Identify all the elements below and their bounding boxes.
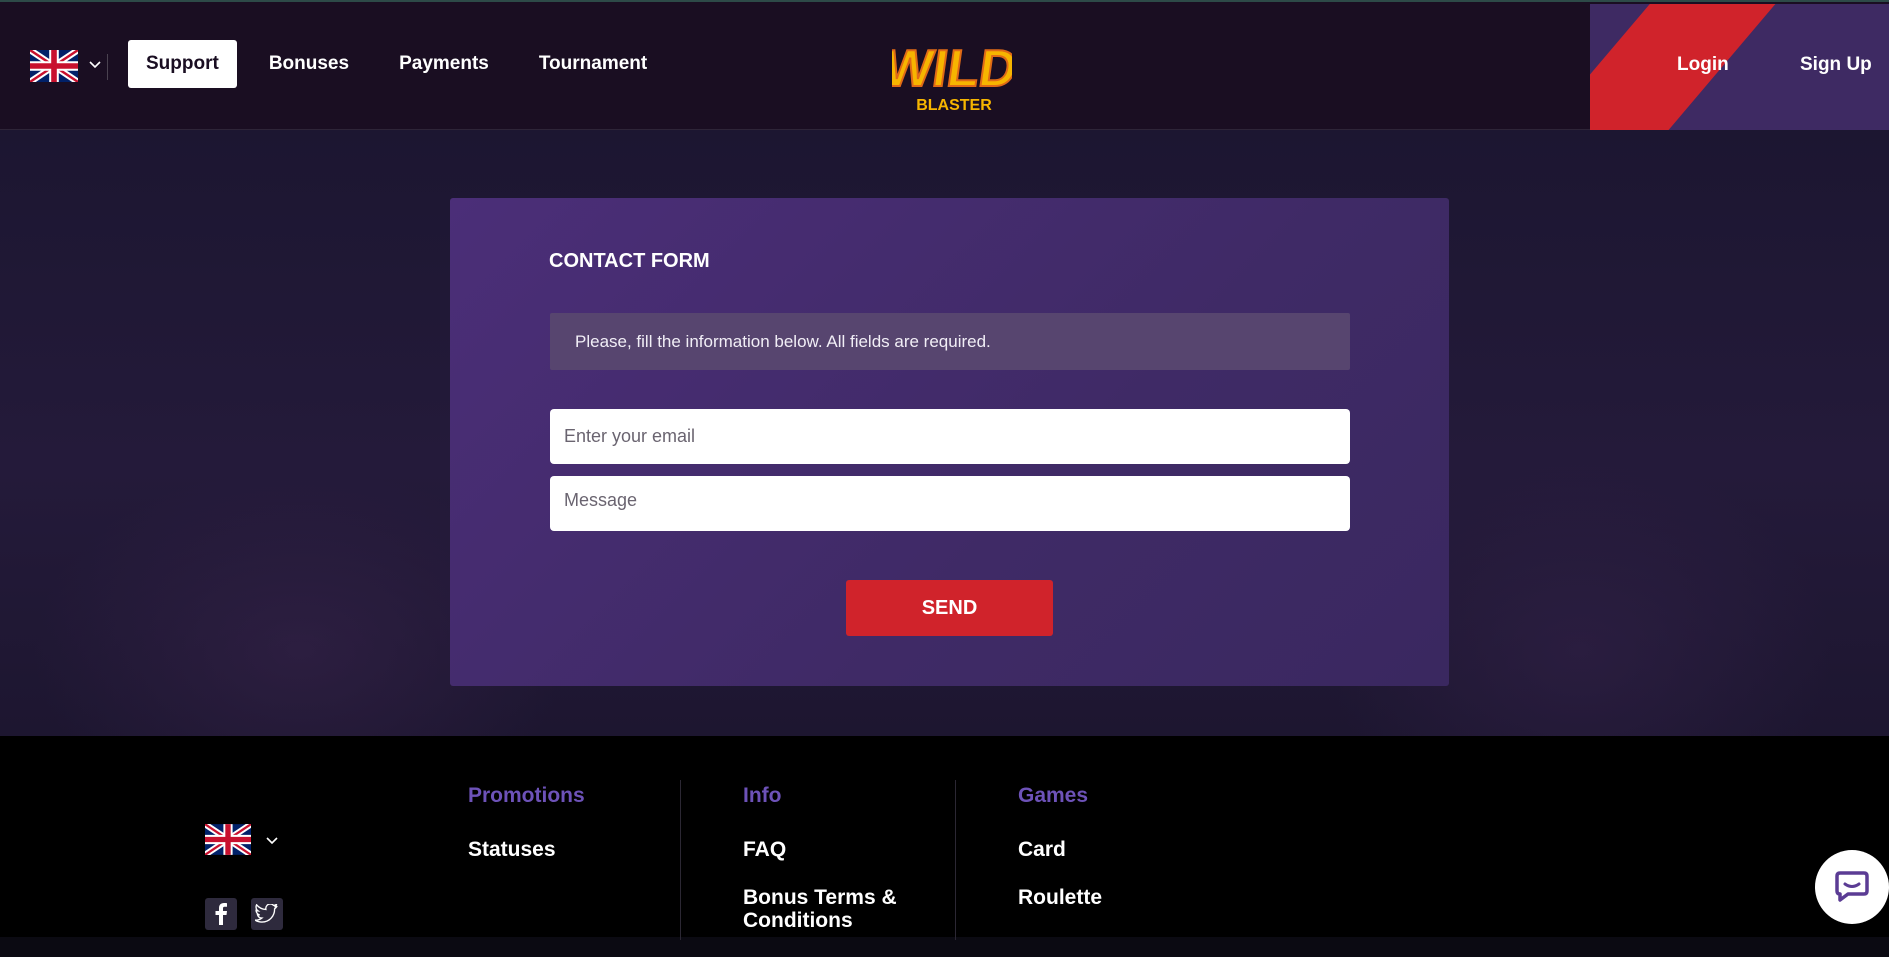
main-content: CONTACT FORM Please, fill the informatio… bbox=[0, 130, 1889, 736]
contact-form: CONTACT FORM Please, fill the informatio… bbox=[450, 198, 1449, 686]
message-field[interactable] bbox=[550, 476, 1350, 531]
footer-column-promotions: Promotions Statuses bbox=[468, 784, 585, 886]
main-nav: Support Bonuses Payments Tournament bbox=[128, 40, 679, 88]
send-button[interactable]: SEND bbox=[846, 580, 1053, 636]
logo-word-blaster: BLASTER bbox=[916, 97, 992, 114]
footer-link-faq[interactable]: FAQ bbox=[743, 838, 923, 861]
email-field[interactable] bbox=[550, 409, 1350, 464]
chat-bubble-icon bbox=[1834, 867, 1870, 908]
nav-tournament[interactable]: Tournament bbox=[521, 40, 665, 88]
chevron-down-icon bbox=[88, 57, 102, 75]
footer-language-selector[interactable] bbox=[203, 821, 279, 860]
divider bbox=[107, 54, 108, 80]
footer-column-info: Info FAQ Bonus Terms & Conditions bbox=[743, 784, 923, 957]
footer-link-bonus-terms[interactable]: Bonus Terms & Conditions bbox=[743, 886, 923, 932]
social-links bbox=[205, 898, 283, 930]
divider bbox=[955, 780, 956, 940]
auth-area: Login Sign Up bbox=[1590, 4, 1889, 131]
footer-column-games: Games Card Roulette bbox=[1018, 784, 1102, 934]
column-title: Games bbox=[1018, 784, 1089, 807]
twitter-icon[interactable] bbox=[251, 898, 283, 930]
footer-link-statuses[interactable]: Statuses bbox=[468, 838, 585, 861]
form-title: CONTACT FORM bbox=[549, 250, 710, 272]
logo-word-wild: WILD bbox=[892, 40, 1012, 98]
live-chat-button[interactable] bbox=[1815, 850, 1889, 924]
notice-text: Please, fill the information below. All … bbox=[575, 331, 991, 351]
column-title: Info bbox=[743, 784, 782, 807]
footer-link-card[interactable]: Card bbox=[1018, 838, 1102, 861]
column-title: Promotions bbox=[468, 784, 585, 807]
nav-support[interactable]: Support bbox=[128, 40, 237, 88]
nav-payments[interactable]: Payments bbox=[381, 40, 507, 88]
footer-link-roulette[interactable]: Roulette bbox=[1018, 886, 1102, 909]
login-button[interactable]: Login bbox=[1677, 54, 1729, 76]
site-header: Support Bonuses Payments Tournament WILD… bbox=[0, 2, 1889, 131]
signup-button[interactable]: Sign Up bbox=[1800, 54, 1872, 76]
language-selector[interactable] bbox=[30, 50, 102, 82]
site-logo[interactable]: WILD BLASTER bbox=[879, 30, 1022, 114]
chevron-down-icon bbox=[265, 833, 279, 851]
uk-flag-icon bbox=[203, 821, 253, 860]
site-footer: Promotions Statuses Info FAQ Bonus Terms… bbox=[0, 736, 1889, 940]
nav-bonuses[interactable]: Bonuses bbox=[251, 40, 367, 88]
facebook-icon[interactable] bbox=[205, 898, 237, 930]
divider bbox=[680, 780, 681, 940]
uk-flag-icon bbox=[30, 50, 78, 82]
form-notice: Please, fill the information below. All … bbox=[550, 313, 1350, 370]
